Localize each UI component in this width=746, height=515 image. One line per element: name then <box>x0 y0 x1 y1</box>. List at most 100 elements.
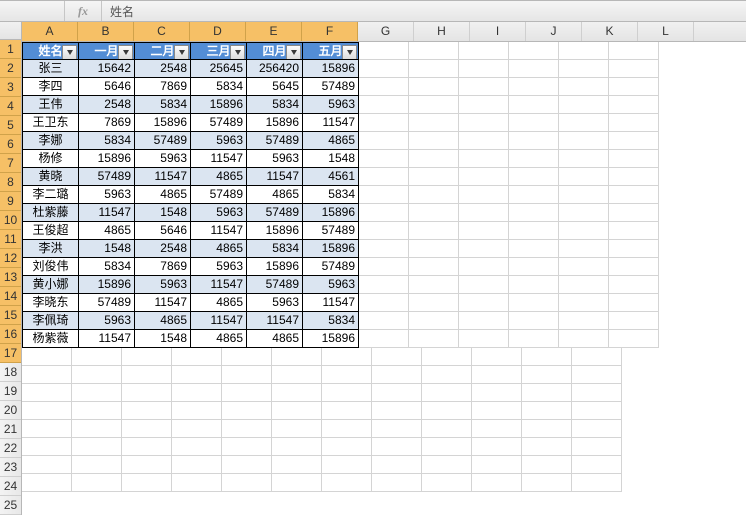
cell-empty[interactable] <box>459 168 509 186</box>
cell-empty[interactable] <box>609 96 659 114</box>
cell-empty[interactable] <box>122 348 172 366</box>
cell-empty[interactable] <box>509 258 559 276</box>
col-header-C[interactable]: C <box>134 22 190 41</box>
cell-empty[interactable] <box>409 312 459 330</box>
cell-empty[interactable] <box>222 384 272 402</box>
row-header-22[interactable]: 22 <box>0 439 21 458</box>
cell-value[interactable]: 57489 <box>247 276 303 294</box>
cell-empty[interactable] <box>409 42 459 60</box>
cell-empty[interactable] <box>422 438 472 456</box>
table-header-1[interactable]: 一月 <box>79 42 135 60</box>
cell-value[interactable]: 7869 <box>79 114 135 132</box>
cell-empty[interactable] <box>372 474 422 492</box>
cell-empty[interactable] <box>222 420 272 438</box>
cell-empty[interactable] <box>559 78 609 96</box>
cell-value[interactable]: 5963 <box>247 150 303 168</box>
cell-value[interactable]: 57489 <box>79 294 135 312</box>
cell-value[interactable]: 15896 <box>247 258 303 276</box>
cell-empty[interactable] <box>359 78 409 96</box>
cell-empty[interactable] <box>509 96 559 114</box>
cell-empty[interactable] <box>459 204 509 222</box>
cell-value[interactable]: 4865 <box>79 222 135 240</box>
cell-empty[interactable] <box>72 366 122 384</box>
cell-value[interactable]: 15896 <box>303 240 359 258</box>
cell-empty[interactable] <box>472 348 522 366</box>
filter-dropdown-icon[interactable] <box>230 45 245 60</box>
cell-empty[interactable] <box>359 186 409 204</box>
col-header-F[interactable]: F <box>302 22 358 41</box>
row-header-25[interactable]: 25 <box>0 496 21 515</box>
cell-empty[interactable] <box>22 366 72 384</box>
cell-value[interactable]: 11547 <box>191 222 247 240</box>
cell-empty[interactable] <box>172 402 222 420</box>
cell-empty[interactable] <box>522 474 572 492</box>
cell-value[interactable]: 7869 <box>135 78 191 96</box>
cell-empty[interactable] <box>22 474 72 492</box>
cell-empty[interactable] <box>422 402 472 420</box>
filter-dropdown-icon[interactable] <box>174 45 189 60</box>
cell-empty[interactable] <box>72 420 122 438</box>
formula-value[interactable]: 姓名 <box>102 3 134 20</box>
cell-empty[interactable] <box>559 132 609 150</box>
row-header-19[interactable]: 19 <box>0 382 21 401</box>
cell-empty[interactable] <box>72 474 122 492</box>
cell-empty[interactable] <box>572 438 622 456</box>
cell-empty[interactable] <box>409 114 459 132</box>
cell-empty[interactable] <box>459 276 509 294</box>
cell-value[interactable]: 5963 <box>135 150 191 168</box>
cell-empty[interactable] <box>359 132 409 150</box>
cell-empty[interactable] <box>359 330 409 348</box>
cell-empty[interactable] <box>322 474 372 492</box>
cell-value[interactable]: 57489 <box>191 114 247 132</box>
cell-name[interactable]: 王俊超 <box>22 222 79 240</box>
cell-empty[interactable] <box>472 474 522 492</box>
row-header-1[interactable]: 1 <box>0 40 21 59</box>
row-header-5[interactable]: 5 <box>0 116 21 135</box>
cell-value[interactable]: 5963 <box>79 312 135 330</box>
cell-empty[interactable] <box>522 420 572 438</box>
cell-empty[interactable] <box>322 348 372 366</box>
cell-empty[interactable] <box>72 384 122 402</box>
cell-value[interactable]: 5963 <box>79 186 135 204</box>
table-header-4[interactable]: 四月 <box>247 42 303 60</box>
cell-empty[interactable] <box>409 60 459 78</box>
cell-empty[interactable] <box>459 240 509 258</box>
cell-empty[interactable] <box>222 438 272 456</box>
col-header-L[interactable]: L <box>638 22 694 41</box>
cell-value[interactable]: 1548 <box>135 204 191 222</box>
row-header-21[interactable]: 21 <box>0 420 21 439</box>
cell-empty[interactable] <box>172 348 222 366</box>
cell-empty[interactable] <box>509 294 559 312</box>
cell-empty[interactable] <box>572 420 622 438</box>
cell-value[interactable]: 11547 <box>191 150 247 168</box>
cell-empty[interactable] <box>172 366 222 384</box>
cell-empty[interactable] <box>322 456 372 474</box>
cell-empty[interactable] <box>609 78 659 96</box>
col-header-D[interactable]: D <box>190 22 246 41</box>
cell-empty[interactable] <box>122 420 172 438</box>
cell-empty[interactable] <box>359 150 409 168</box>
cell-name[interactable]: 李佩琦 <box>22 312 79 330</box>
cell-empty[interactable] <box>472 438 522 456</box>
cell-empty[interactable] <box>522 402 572 420</box>
cell-empty[interactable] <box>459 132 509 150</box>
cell-value[interactable]: 11547 <box>303 114 359 132</box>
cell-empty[interactable] <box>609 60 659 78</box>
cell-value[interactable]: 4561 <box>303 168 359 186</box>
cell-empty[interactable] <box>72 402 122 420</box>
row-header-11[interactable]: 11 <box>0 230 21 249</box>
cell-empty[interactable] <box>559 96 609 114</box>
table-header-5[interactable]: 五月 <box>303 42 359 60</box>
cell-empty[interactable] <box>272 456 322 474</box>
filter-dropdown-icon[interactable] <box>286 45 301 60</box>
cell-empty[interactable] <box>459 42 509 60</box>
cell-empty[interactable] <box>422 348 472 366</box>
cell-value[interactable]: 25645 <box>191 60 247 78</box>
cell-empty[interactable] <box>459 78 509 96</box>
cell-empty[interactable] <box>559 312 609 330</box>
cell-value[interactable]: 4865 <box>247 330 303 348</box>
cell-value[interactable]: 2548 <box>135 60 191 78</box>
row-header-13[interactable]: 13 <box>0 268 21 287</box>
cell-empty[interactable] <box>609 42 659 60</box>
cell-value[interactable]: 5834 <box>79 132 135 150</box>
